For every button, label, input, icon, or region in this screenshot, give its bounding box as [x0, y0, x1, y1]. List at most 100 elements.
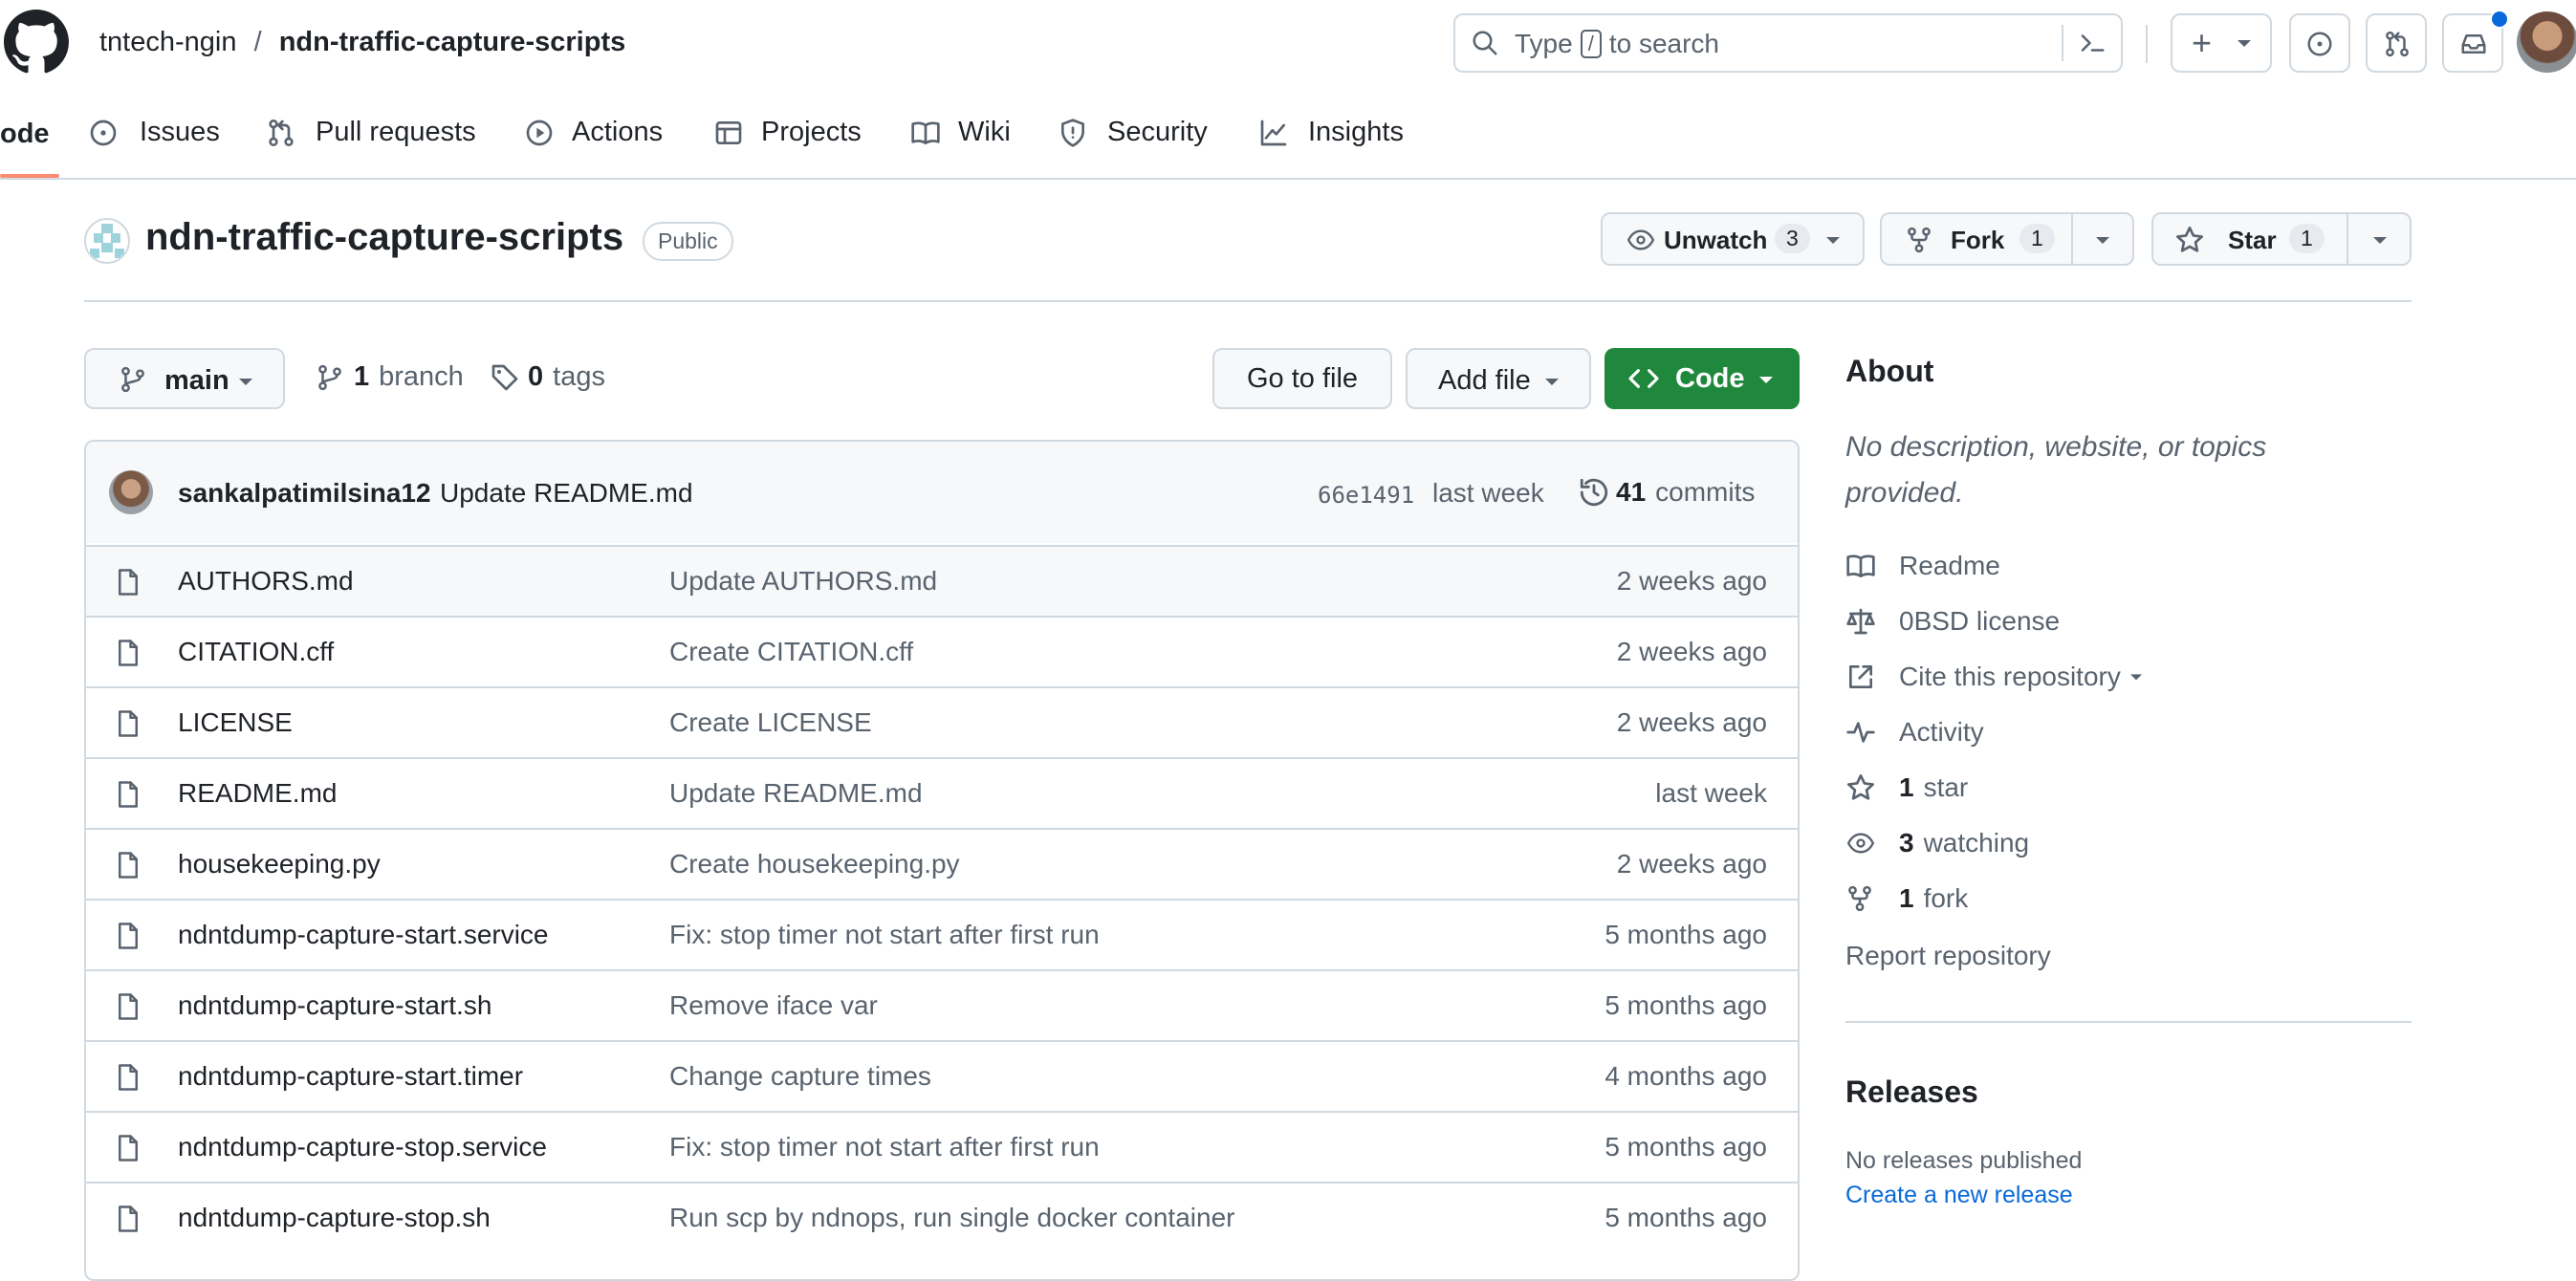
license-link[interactable]: 0BSD license — [1845, 606, 2060, 637]
inbox-icon — [2459, 30, 2488, 58]
branch-select-button[interactable]: main — [84, 348, 285, 409]
tab-projects[interactable]: Projects — [713, 117, 862, 148]
commits-label: commits — [1655, 477, 1756, 507]
releases-title[interactable]: Releases — [1845, 1075, 1978, 1110]
unwatch-button[interactable]: Unwatch 3 — [1601, 212, 1865, 266]
forks-link[interactable]: 1 fork — [1845, 883, 1968, 914]
tags-link[interactable]: 0 tags — [490, 361, 605, 393]
branch-label: branch — [379, 361, 464, 392]
repo-nav: ode Issues Pull requests Actions Project… — [0, 88, 2576, 180]
file-commit-message[interactable]: Create LICENSE — [669, 707, 872, 738]
pull-requests-button[interactable] — [2366, 13, 2427, 73]
file-commit-message[interactable]: Create CITATION.cff — [669, 637, 913, 667]
search-input[interactable]: Type / to search — [1453, 13, 2123, 73]
file-commit-age: 5 months ago — [1605, 990, 1767, 1020]
file-name[interactable]: housekeeping.py — [178, 849, 381, 879]
tab-wiki[interactable]: Wiki — [910, 117, 1011, 148]
fork-button[interactable]: Fork 1 — [1880, 212, 2073, 266]
table-row[interactable]: ndntdump-capture-stop.service Fix: stop t… — [86, 1111, 1798, 1182]
breadcrumb-separator: / — [253, 27, 262, 57]
create-release-link[interactable]: Create a new release — [1845, 1182, 2073, 1209]
tab-actions[interactable]: Actions — [524, 117, 663, 148]
breadcrumb-owner[interactable]: tntech-ngin — [99, 27, 237, 57]
tab-code-label: ode — [0, 119, 50, 149]
forks-label: fork — [1923, 883, 1969, 913]
file-name[interactable]: ndntdump-capture-stop.sh — [178, 1203, 491, 1233]
breadcrumb-repo[interactable]: ndn-traffic-capture-scripts — [279, 27, 626, 57]
commit-sha[interactable]: 66e1491 — [1318, 482, 1414, 509]
file-commit-message[interactable]: Update README.md — [669, 778, 923, 809]
commits-count: 41 — [1616, 477, 1647, 507]
star-icon — [1845, 772, 1878, 803]
tab-code-underline — [0, 174, 59, 178]
file-commit-message[interactable]: Fix: stop timer not start after first ru… — [669, 920, 1100, 950]
table-row[interactable]: README.md Update README.md last week — [86, 757, 1798, 828]
branches-link[interactable]: 1 branch — [316, 361, 464, 393]
file-name[interactable]: LICENSE — [178, 707, 293, 738]
commit-author-avatar[interactable] — [109, 470, 153, 514]
commit-message[interactable]: Update README.md — [440, 478, 693, 509]
file-name[interactable]: ndntdump-capture-start.timer — [178, 1061, 523, 1092]
create-new-button[interactable]: + — [2171, 13, 2272, 73]
repo-title[interactable]: ndn-traffic-capture-scripts — [145, 216, 623, 259]
tab-pull-requests[interactable]: Pull requests — [266, 117, 476, 148]
file-name[interactable]: CITATION.cff — [178, 637, 334, 667]
book-icon — [1845, 551, 1878, 581]
title-divider — [84, 300, 2412, 302]
add-file-button[interactable]: Add file — [1406, 348, 1591, 409]
command-palette-icon[interactable] — [2077, 29, 2107, 57]
table-row[interactable]: ndntdump-capture-stop.sh Run scp by ndnop… — [86, 1182, 1798, 1252]
file-commit-message[interactable]: Create housekeeping.py — [669, 849, 960, 879]
file-name[interactable]: AUTHORS.md — [178, 566, 354, 597]
file-name[interactable]: ndntdump-capture-start.sh — [178, 990, 491, 1021]
chevron-down-icon — [237, 375, 254, 388]
report-repository-link[interactable]: Report repository — [1845, 941, 2051, 971]
watching-link[interactable]: 3 watching — [1845, 828, 2029, 858]
star-dropdown-button[interactable] — [2347, 212, 2412, 266]
table-row[interactable]: housekeeping.py Create housekeeping.py 2 w… — [86, 828, 1798, 899]
avatar[interactable] — [2517, 11, 2576, 73]
file-commit-message[interactable]: Update AUTHORS.md — [669, 566, 937, 597]
file-icon — [115, 780, 142, 809]
github-logo-icon[interactable] — [4, 10, 69, 75]
file-icon — [115, 1205, 142, 1233]
stars-link[interactable]: 1 star — [1845, 772, 1968, 803]
activity-label: Activity — [1899, 717, 1984, 747]
eye-icon — [1626, 227, 1656, 253]
file-commit-message[interactable]: Run scp by ndnops, run single docker con… — [669, 1203, 1234, 1233]
cite-repository-link[interactable]: Cite this repository — [1845, 662, 2144, 692]
commits-link[interactable]: 41 commits — [1578, 476, 1755, 509]
file-name[interactable]: ndntdump-capture-start.service — [178, 920, 549, 950]
table-row[interactable]: CITATION.cff Create CITATION.cff 2 weeks a… — [86, 616, 1798, 686]
star-button[interactable]: Star 1 — [2151, 212, 2348, 266]
table-row[interactable]: ndntdump-capture-start.service Fix: stop … — [86, 899, 1798, 969]
activity-link[interactable]: Activity — [1845, 717, 1984, 748]
readme-link[interactable]: Readme — [1845, 551, 2000, 581]
file-commit-message[interactable]: Change capture times — [669, 1061, 931, 1092]
table-row[interactable]: ndntdump-capture-start.timer Change captu… — [86, 1040, 1798, 1111]
license-label: 0BSD license — [1899, 606, 2061, 636]
file-icon — [115, 1063, 142, 1092]
repo-forked-icon — [1905, 226, 1933, 254]
tab-insights-label: Insights — [1308, 117, 1404, 147]
star-label: Star — [2228, 226, 2277, 254]
commit-author[interactable]: sankalpatimilsina12 — [178, 478, 431, 509]
table-row[interactable]: ndntdump-capture-start.sh Remove iface va… — [86, 969, 1798, 1040]
tab-insights[interactable]: Insights — [1258, 117, 1404, 148]
table-row[interactable]: AUTHORS.md Update AUTHORS.md 2 weeks ago — [86, 545, 1798, 616]
unwatch-label: Unwatch — [1664, 226, 1768, 254]
file-name[interactable]: ndntdump-capture-stop.service — [178, 1132, 547, 1162]
file-name[interactable]: README.md — [178, 778, 337, 809]
issues-button[interactable] — [2289, 13, 2350, 73]
table-row[interactable]: LICENSE Create LICENSE 2 weeks ago — [86, 686, 1798, 757]
tab-code[interactable]: ode — [0, 119, 50, 150]
code-button[interactable]: Code — [1605, 348, 1800, 409]
file-commit-message[interactable]: Remove iface var — [669, 990, 878, 1021]
fork-dropdown-button[interactable] — [2071, 212, 2134, 266]
file-commit-age: 5 months ago — [1605, 1203, 1767, 1232]
go-to-file-button[interactable]: Go to file — [1212, 348, 1392, 409]
file-commit-message[interactable]: Fix: stop timer not start after first ru… — [669, 1132, 1100, 1162]
tab-issues[interactable]: Issues — [88, 117, 220, 148]
tab-security[interactable]: Security — [1058, 117, 1208, 148]
file-icon — [115, 709, 142, 738]
